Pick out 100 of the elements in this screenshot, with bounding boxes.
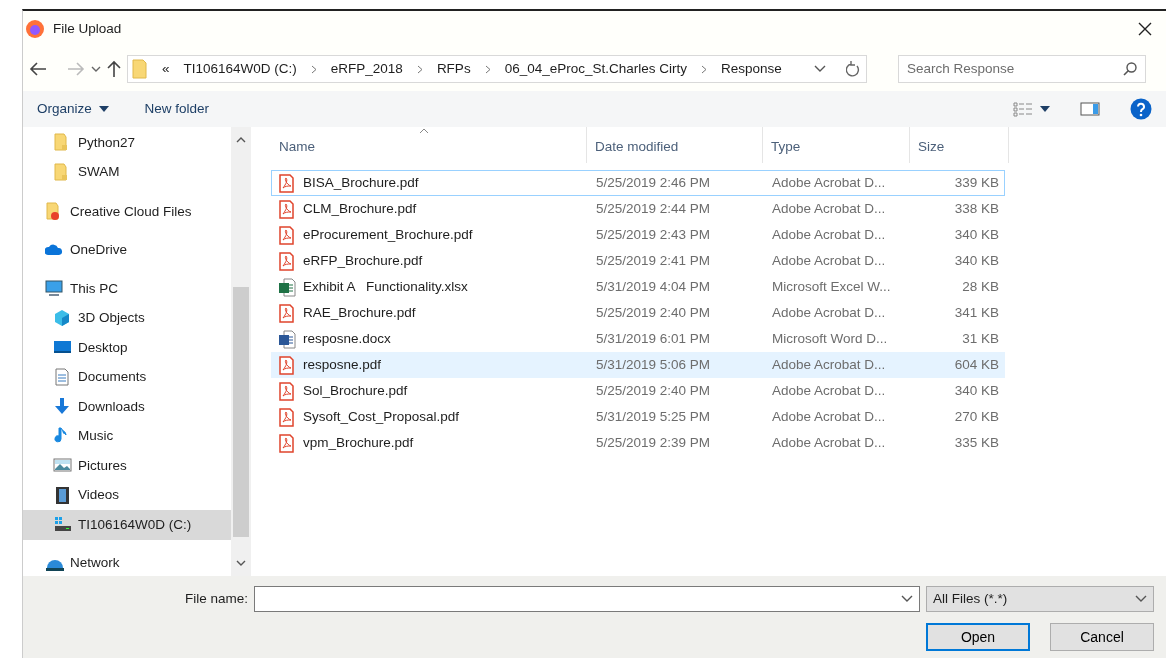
file-type: Microsoft Excel W... (771, 277, 892, 296)
sidebar-item[interactable]: Creative Cloud Files (23, 197, 231, 227)
file-size: 270 KB (953, 407, 1000, 426)
file-type: Adobe Acrobat D... (771, 303, 887, 322)
file-row[interactable]: RAE_Brochure.pdf 5/25/2019 2:40 PM Adobe Acrobat D... 341 KB (271, 300, 1005, 326)
folder-icon (132, 59, 148, 79)
chevron-down-icon (1135, 595, 1147, 603)
film-icon (53, 485, 72, 505)
pdf-file-icon (278, 251, 297, 271)
file-type: Adobe Acrobat D... (771, 173, 887, 192)
details-view-icon (1013, 101, 1034, 117)
cancel-button[interactable]: Cancel (1050, 623, 1154, 651)
cube-icon (53, 308, 72, 328)
search-field[interactable]: Search Response (898, 55, 1146, 83)
sidebar-item[interactable]: Music (23, 421, 231, 451)
sidebar-item[interactable]: 3D Objects (23, 303, 231, 333)
sidebar-item[interactable]: Videos (23, 480, 231, 510)
chevron-down-icon (814, 65, 826, 73)
chevron-right-icon (700, 64, 707, 74)
sidebar-item[interactable]: Desktop (23, 333, 231, 363)
field-label: File name: (183, 589, 248, 608)
sidebar-item[interactable]: Downloads (23, 392, 231, 422)
document-icon (53, 367, 72, 387)
breadcrumb-item[interactable]: 06_04_eProc_St.Charles Cirty (504, 58, 687, 80)
file-size: 604 KB (953, 355, 1000, 374)
column-header[interactable]: Date modified (587, 127, 763, 163)
back-arrow-icon[interactable] (29, 61, 47, 77)
file-row[interactable]: resposne.docx 5/31/2019 6:01 PM Microsoft Word D... 31 KB (271, 326, 1005, 352)
file-size: 28 KB (961, 277, 1000, 296)
open-button[interactable]: Open (926, 623, 1030, 651)
search-icon (1123, 62, 1137, 76)
file-row[interactable]: vpm_Brochure.pdf 5/25/2019 2:39 PM Adobe Acrobat D... 335 KB (271, 430, 1005, 456)
file-row[interactable]: BISA_Brochure.pdf 5/25/2019 2:46 PM Adobe Acrobat D... 339 KB (271, 170, 1005, 196)
date-modified: 5/25/2019 2:40 PM (595, 381, 712, 400)
file-size: 338 KB (953, 199, 1000, 218)
file-row[interactable]: CLM_Brochure.pdf 5/25/2019 2:44 PM Adobe Acrobat D... 338 KB (271, 196, 1005, 222)
date-modified: 5/25/2019 2:41 PM (595, 251, 712, 270)
date-modified: 5/25/2019 2:39 PM (595, 433, 712, 452)
overflow-chevron[interactable]: « (162, 58, 170, 80)
date-modified: 5/31/2019 5:06 PM (595, 355, 712, 374)
column-header[interactable]: Size (910, 127, 1009, 163)
sidebar-item[interactable]: OneDrive (23, 235, 231, 265)
file-size: 339 KB (953, 173, 1000, 192)
new-folder-button[interactable]: New folder (144, 98, 210, 120)
file-row[interactable]: Exhibit A Functionality.xlsx 5/31/2019 4:04 PM Microsoft Excel W... 28 KB (271, 274, 1005, 300)
scrollbar-thumb[interactable] (233, 287, 249, 537)
text-document-icon (278, 329, 297, 349)
sidebar-item[interactable]: Pictures (23, 451, 231, 481)
close-icon[interactable] (1138, 22, 1152, 36)
sidebar-item[interactable]: Python27 (23, 128, 231, 158)
file-row[interactable]: resposne.pdf 5/31/2019 5:06 PM Adobe Acrobat D... 604 KB (271, 352, 1005, 378)
pdf-file-icon (278, 173, 297, 193)
sidebar-item[interactable]: SWAM (23, 157, 231, 187)
date-modified: 5/25/2019 2:44 PM (595, 199, 712, 218)
date-modified: 5/25/2019 2:46 PM (595, 173, 712, 192)
organize-menu[interactable]: Organize (37, 98, 109, 120)
file-name: BISA_Brochure.pdf (303, 173, 419, 192)
breadcrumb-item[interactable]: eRFP_2018 (330, 58, 403, 80)
pdf-file-icon (278, 355, 297, 375)
file-name: eRFP_Brochure.pdf (303, 251, 423, 270)
file-name: CLM_Brochure.pdf (303, 199, 417, 218)
chevron-right-icon (484, 64, 491, 74)
sidebar-item[interactable]: TI106164W0D (C:) (23, 510, 231, 540)
file-row[interactable]: eRFP_Brochure.pdf 5/25/2019 2:41 PM Adobe Acrobat D... 340 KB (271, 248, 1005, 274)
file-row[interactable]: Sysoft_Cost_Proposal.pdf 5/31/2019 5:25 PM Adobe Acrobat D... 270 KB (271, 404, 1005, 430)
address-bar[interactable]: « TI106164W0D (C:) eRFP_2018 RFPs 06_04_eProc_St.Charles Cirty Response (127, 55, 867, 83)
sidebar-item[interactable]: Documents (23, 362, 231, 392)
help-icon[interactable] (1130, 98, 1152, 120)
view-options-button[interactable] (1013, 101, 1050, 117)
scroll-down-icon (236, 560, 246, 567)
file-type-dropdown[interactable]: All Files (*.*) (926, 586, 1154, 612)
chevron-right-icon (310, 64, 317, 74)
column-header[interactable]: Name (271, 127, 587, 163)
pdf-file-icon (278, 303, 297, 323)
date-modified: 5/25/2019 2:40 PM (595, 303, 712, 322)
file-size: 340 KB (953, 225, 1000, 244)
forward-arrow-icon (67, 61, 85, 77)
file-name-field[interactable] (254, 586, 920, 612)
breadcrumb-item[interactable]: Response (720, 58, 782, 80)
file-size: 341 KB (953, 303, 1000, 322)
chevron-right-icon (416, 64, 423, 74)
column-header[interactable]: Type (763, 127, 910, 163)
file-type: Microsoft Word D... (771, 329, 889, 348)
preview-pane-icon[interactable] (1080, 101, 1100, 117)
sidebar-item[interactable]: This PC (23, 274, 231, 304)
pdf-file-icon (278, 199, 297, 219)
breadcrumb-item[interactable]: TI106164W0D (C:) (183, 58, 297, 80)
window-title: File Upload (53, 19, 122, 38)
file-row[interactable]: Sol_Brochure.pdf 5/25/2019 2:40 PM Adobe Acrobat D... 340 KB (271, 378, 1005, 404)
file-type: Adobe Acrobat D... (771, 251, 887, 270)
refresh-icon[interactable] (846, 61, 860, 77)
up-arrow-icon[interactable] (107, 60, 121, 78)
breadcrumb-item[interactable]: RFPs (436, 58, 471, 80)
date-modified: 5/25/2019 2:43 PM (595, 225, 712, 244)
file-type: Adobe Acrobat D... (771, 433, 887, 452)
file-name: resposne.pdf (303, 355, 382, 374)
file-type: Adobe Acrobat D... (771, 199, 887, 218)
sidebar-item[interactable]: Network (23, 548, 231, 576)
file-size: 340 KB (953, 381, 1000, 400)
file-row[interactable]: eProcurement_Brochure.pdf 5/25/2019 2:43 PM Adobe Acrobat D... 340 KB (271, 222, 1005, 248)
